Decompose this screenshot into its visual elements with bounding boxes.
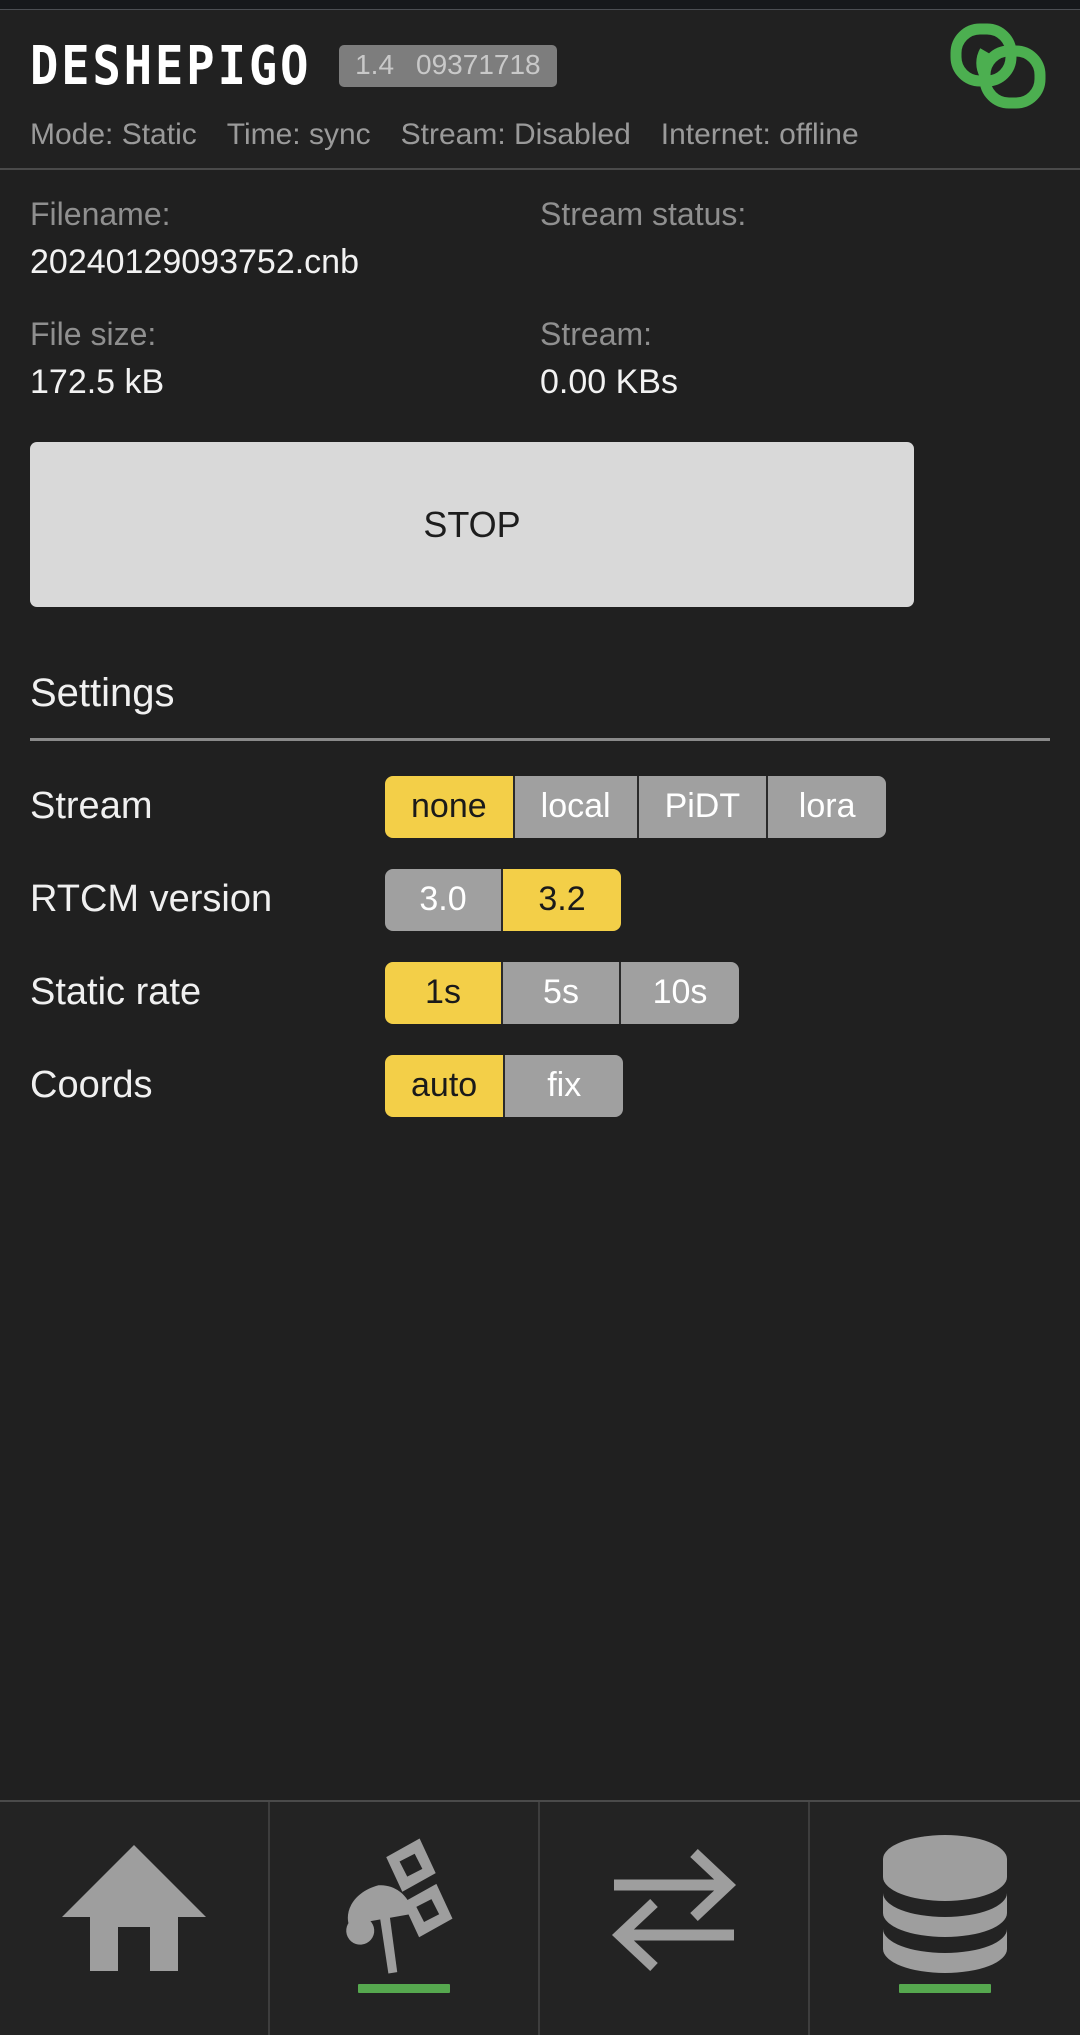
setting-row: Stream none local PiDT lora bbox=[30, 767, 1050, 846]
segment-option[interactable]: fix bbox=[505, 1054, 624, 1117]
setting-row: Static rate 1s 5s 10s bbox=[30, 953, 1050, 1032]
nav-tab-transfer[interactable] bbox=[540, 1802, 810, 2035]
app-header: DESHEPIGO 1.4 09371718 Mode: Static Time… bbox=[0, 10, 1080, 170]
filesize-label: File size: bbox=[30, 316, 157, 352]
stop-button[interactable]: STOP bbox=[30, 442, 914, 607]
file-info-grid: Filename: Stream status: 20240129093752.… bbox=[30, 196, 1050, 436]
nav-indicator-database bbox=[899, 1984, 991, 1993]
segment-option[interactable]: 3.2 bbox=[503, 868, 621, 931]
satellite-icon bbox=[324, 1831, 484, 1981]
settings-list: Stream none local PiDT lora RTCM version 3.0 3.… bbox=[30, 767, 1050, 1125]
brand-wordmark: DESHEPIGO bbox=[30, 34, 312, 98]
stream-rate-label: Stream: bbox=[540, 316, 653, 352]
nav-tab-home[interactable] bbox=[0, 1802, 270, 2035]
setting-label: RTCM version bbox=[30, 878, 273, 920]
segment-option[interactable]: 3.0 bbox=[385, 868, 503, 931]
chain-link-icon bbox=[946, 21, 1050, 111]
status-internet: Internet: offline bbox=[660, 118, 859, 151]
segment-option[interactable]: PiDT bbox=[638, 775, 769, 838]
version-badge: 1.4 09371718 bbox=[339, 45, 557, 87]
bottom-navigation bbox=[0, 1800, 1080, 2035]
setting-label: Stream bbox=[30, 785, 153, 827]
system-status-bar bbox=[0, 0, 1080, 10]
settings-heading: Settings bbox=[30, 671, 175, 715]
filesize-value: 172.5 kB bbox=[30, 363, 165, 401]
status-stream: Stream: Disabled bbox=[400, 118, 631, 151]
app-screen: DESHEPIGO 1.4 09371718 Mode: Static Time… bbox=[0, 0, 1080, 2035]
status-line: Mode: Static Time: sync Stream: Disabled… bbox=[30, 118, 1050, 152]
segment-option[interactable]: 10s bbox=[621, 961, 739, 1024]
setting-row: Coords auto fix bbox=[30, 1046, 1050, 1125]
segment-option[interactable]: lora bbox=[768, 775, 887, 838]
segmented-control: auto fix bbox=[385, 1054, 624, 1117]
stream-status-label: Stream status: bbox=[540, 196, 747, 232]
segment-option[interactable]: local bbox=[514, 775, 639, 838]
filename-value: 20240129093752.cnb bbox=[30, 243, 359, 281]
version-number: 1.4 bbox=[355, 49, 395, 80]
settings-divider bbox=[30, 738, 1050, 741]
segmented-control: 3.0 3.2 bbox=[385, 868, 621, 931]
setting-row: RTCM version 3.0 3.2 bbox=[30, 860, 1050, 939]
segment-option[interactable]: auto bbox=[385, 1054, 506, 1117]
nav-tab-satellite[interactable] bbox=[270, 1802, 540, 2035]
header-top-row: DESHEPIGO 1.4 09371718 bbox=[30, 23, 1050, 109]
segment-option[interactable]: none bbox=[385, 775, 515, 838]
segment-option[interactable]: 1s bbox=[385, 961, 503, 1024]
nav-tab-database[interactable] bbox=[810, 1802, 1080, 2035]
segment-option[interactable]: 5s bbox=[503, 961, 621, 1024]
segmented-control: 1s 5s 10s bbox=[385, 961, 739, 1024]
setting-label: Static rate bbox=[30, 971, 202, 1013]
segmented-control: none local PiDT lora bbox=[385, 775, 887, 838]
device-serial: 09371718 bbox=[416, 49, 541, 80]
database-icon bbox=[865, 1831, 1025, 1981]
status-time: Time: sync bbox=[226, 118, 371, 151]
stream-status-value bbox=[540, 243, 1050, 316]
home-icon bbox=[54, 1831, 214, 1981]
transfer-icon bbox=[594, 1831, 754, 1981]
status-mode: Mode: Static bbox=[30, 118, 197, 151]
setting-label: Coords bbox=[30, 1064, 153, 1106]
main-content: Filename: Stream status: 20240129093752.… bbox=[0, 170, 1080, 1800]
nav-indicator-satellite bbox=[358, 1984, 450, 1993]
filename-label: Filename: bbox=[30, 196, 171, 232]
stream-rate-value: 0.00 KBs bbox=[540, 363, 678, 401]
